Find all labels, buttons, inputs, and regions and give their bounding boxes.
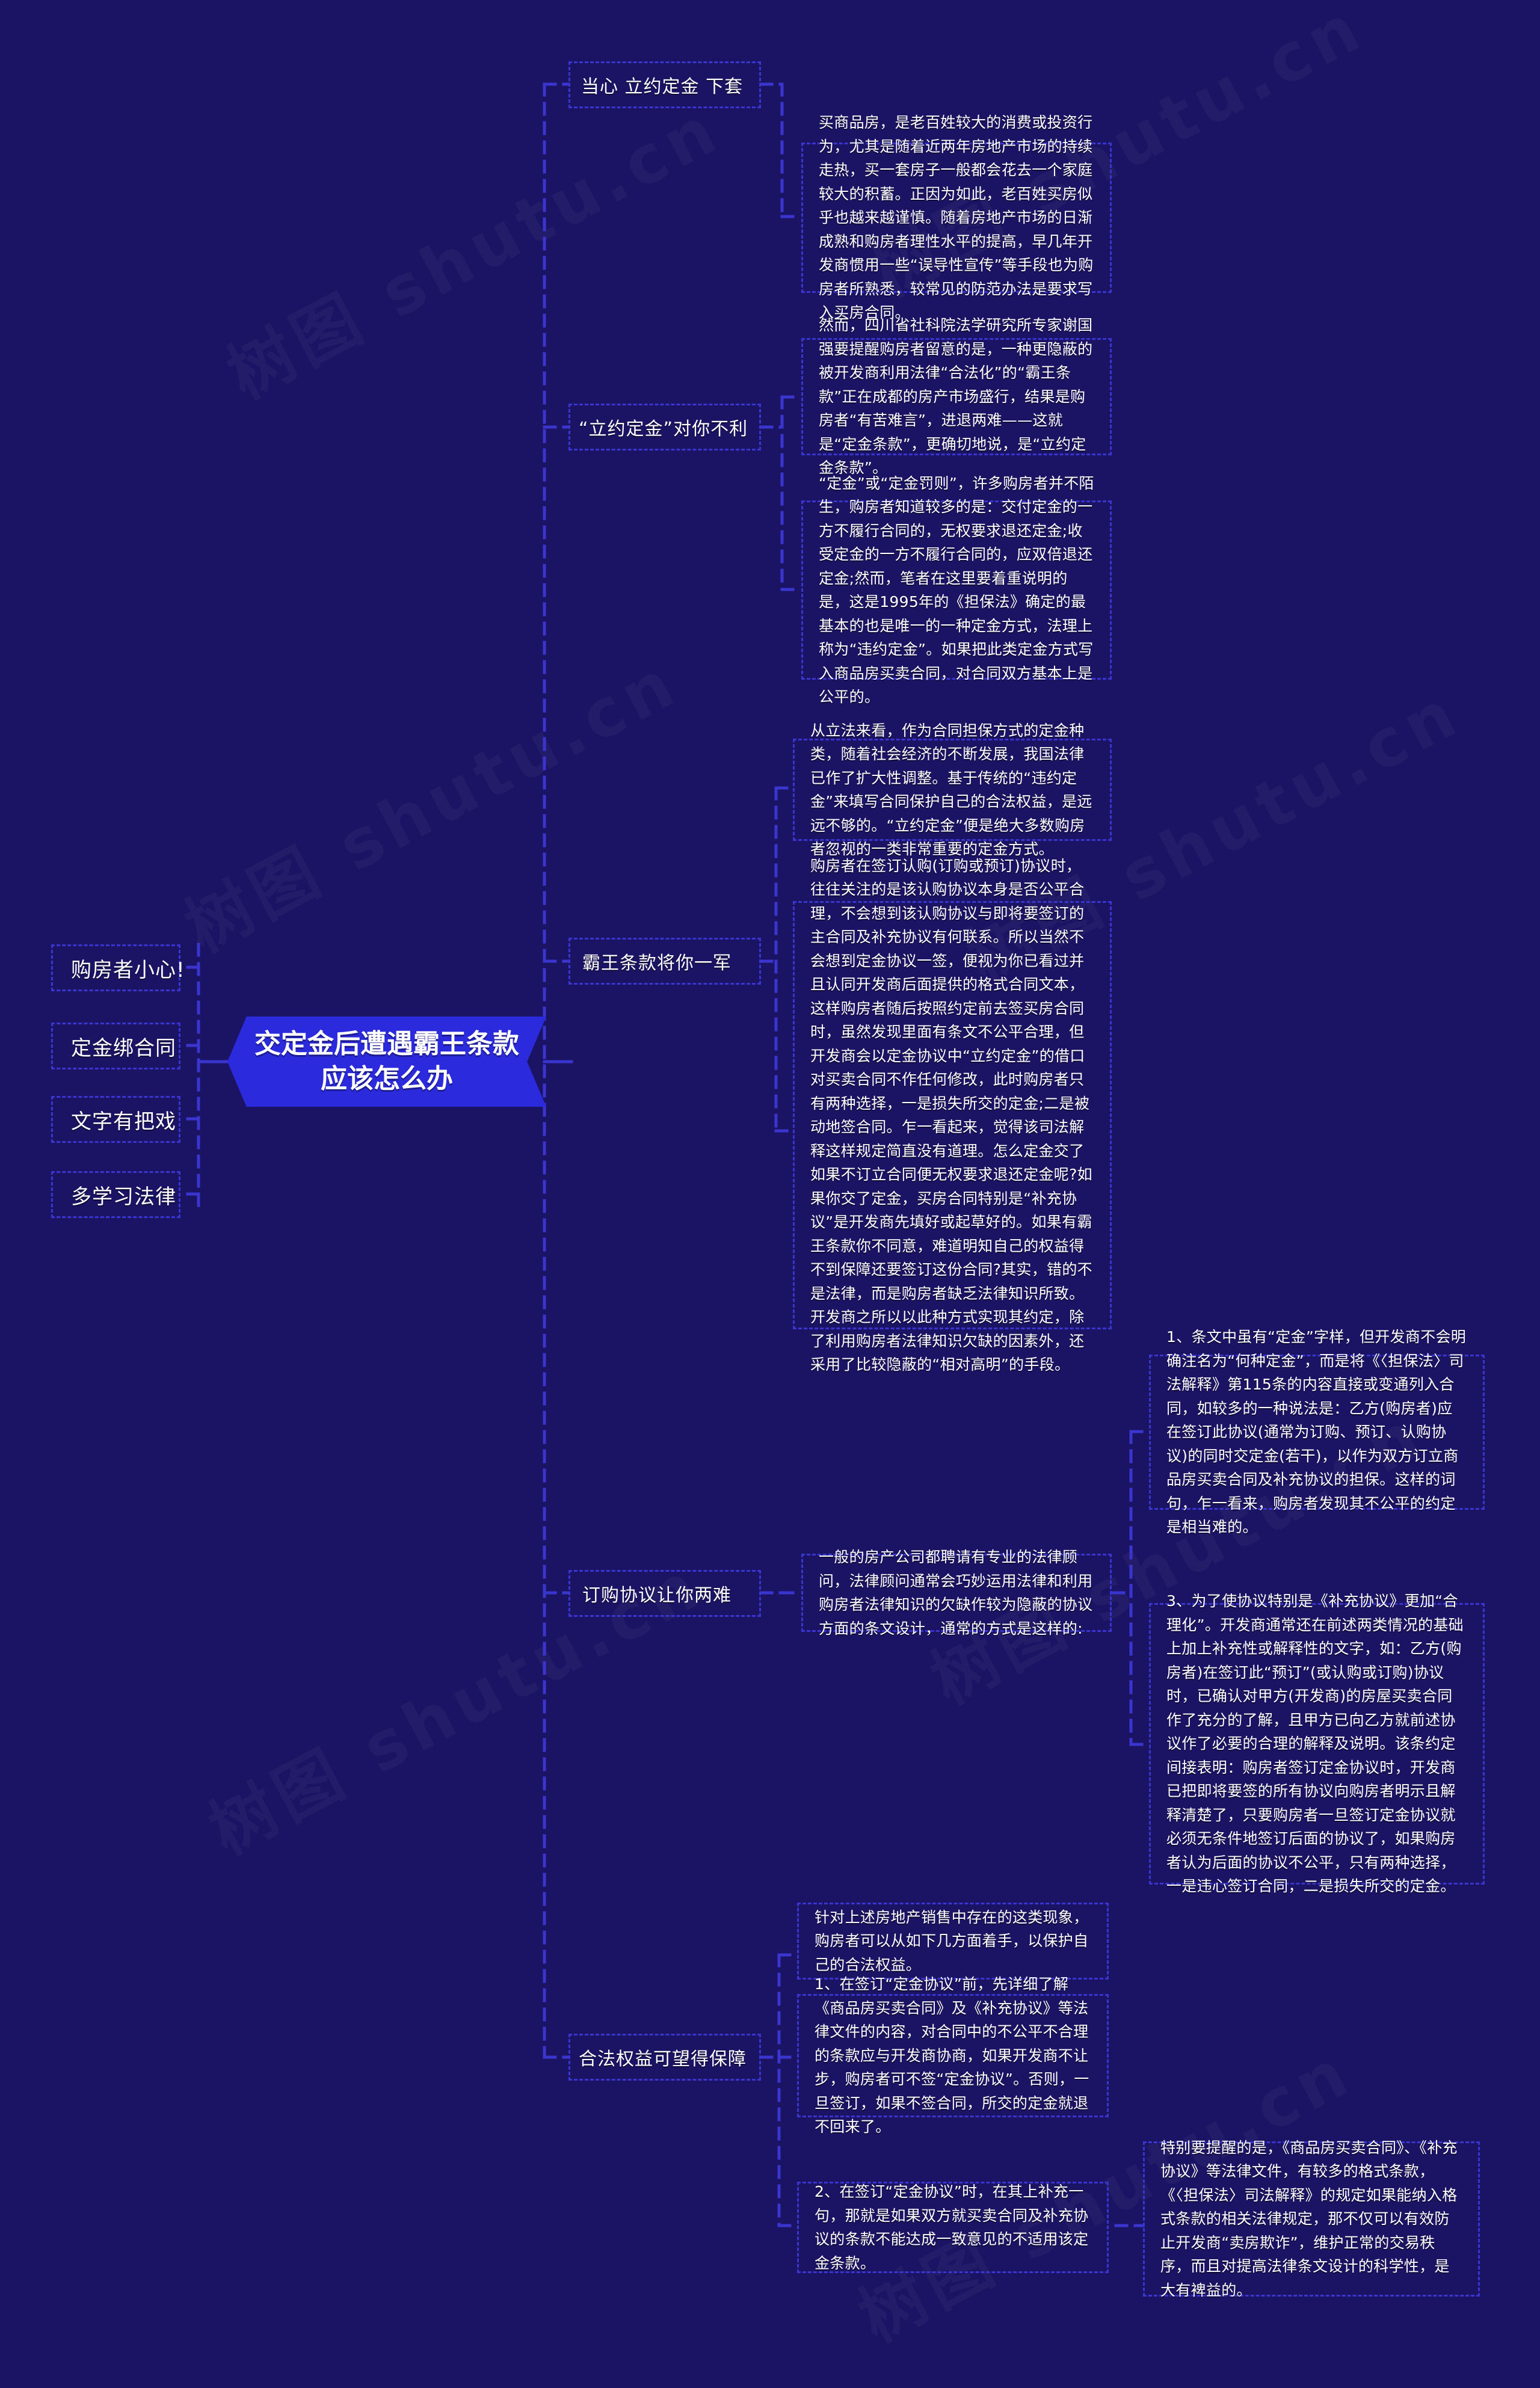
watermark: 树图 shutu.cn (208, 76, 735, 417)
right-branch-label: “立约定金”对你不利 (579, 419, 748, 440)
paragraph-text: 1、条文中虽有“定金”字样，但开发商不会明确注名为“何种定金”，而是将《〈担保法… (1166, 1328, 1467, 1536)
right-branch-2[interactable]: 霸王条款将你一军 (568, 938, 761, 985)
paragraph-text: “定金”或“定金罚则”，许多购房者并不陌生，购房者知道较多的是：交付定金的一方不… (819, 474, 1094, 706)
paragraph-text: 一般的房产公司都聘请有专业的法律顾问，法律顾问通常会巧妙运用法律和利用购房者法律… (819, 1548, 1093, 1637)
right-branch-label: 霸王条款将你一军 (582, 953, 732, 974)
left-branch-3[interactable]: 多学习法律 (51, 1171, 180, 1218)
right-branch-4[interactable]: 合法权益可望得保障 (568, 2034, 761, 2081)
left-branch-1[interactable]: 定金绑合同 (51, 1023, 180, 1069)
right-branch-1-para-1[interactable]: “定金”或“定金罚则”，许多购房者并不陌生，购房者知道较多的是：交付定金的一方不… (801, 475, 1112, 706)
right-branch-3-para-0[interactable]: 一般的房产公司都聘请有专业的法律顾问，法律顾问通常会巧妙运用法律和利用购房者法律… (801, 1548, 1112, 1637)
right-branch-0[interactable]: 当心 立约定金 下套 (568, 61, 761, 108)
right-branch-1[interactable]: “立约定金”对你不利 (568, 404, 761, 451)
right-branch-4-sub-0[interactable]: 特别要提醒的是，《商品房买卖合同》、《补充协议》等法律文件，有较多的格式条款，《… (1143, 2139, 1480, 2299)
left-branch-label: 定金绑合同 (71, 1036, 176, 1060)
right-branch-2-para-1[interactable]: 购房者在签订认购(订购或预订)协议时，往往关注的是该认购协议本身是否公平合理，不… (793, 857, 1112, 1373)
right-branch-label: 合法权益可望得保障 (579, 2049, 747, 2070)
paragraph-text: 特别要提醒的是，《商品房买卖合同》、《补充协议》等法律文件，有较多的格式条款，《… (1160, 2138, 1458, 2299)
paragraph-text: 1、在签订“定金协议”前，先详细了解《商品房买卖合同》及《补充协议》等法律文件的… (815, 1975, 1089, 2136)
paragraph-text: 2、在签订“定金协议”时，在其上补充一句，那就是如果双方就买卖合同及补充协议的条… (815, 2183, 1089, 2272)
right-branch-4-para-2[interactable]: 2、在签订“定金协议”时，在其上补充一句，那就是如果双方就买卖合同及补充协议的条… (797, 2182, 1109, 2273)
mindmap-canvas: 树图 shutu.cn 树图 shutu.cn 树图 shutu.cn 树图 s… (0, 0, 1540, 2388)
root-title: 交定金后遭遇霸王条款应该怎么办 (254, 1028, 519, 1094)
paragraph-text: 3、为了使协议特别是《补充协议》更加“合理化”。开发商通常还在前述两类情况的基础… (1166, 1592, 1464, 1895)
right-branch-0-para-0[interactable]: 买商品房，是老百姓较大的消费或投资行为，尤其是随着近两年房地产市场的持续走热，买… (801, 114, 1112, 321)
watermark: 树图 shutu.cn (166, 630, 693, 971)
right-branch-label: 订购协议让你两难 (582, 1585, 732, 1606)
right-branch-3-sub-1[interactable]: 3、为了使协议特别是《补充协议》更加“合理化”。开发商通常还在前述两类情况的基础… (1149, 1592, 1485, 1895)
left-branch-label: 购房者小心! (71, 958, 185, 982)
right-branch-1-para-0[interactable]: 然而，四川省社科院法学研究所专家谢国强要提醒购房者留意的是，一种更隐蔽的被开发商… (801, 316, 1112, 476)
left-branch-label: 多学习法律 (71, 1184, 176, 1209)
connector-lines (179, 82, 1151, 2227)
paragraph-text: 购房者在签订认购(订购或预订)协议时，往往关注的是该认购协议本身是否公平合理，不… (810, 857, 1092, 1374)
left-branch-2[interactable]: 文字有把戏 (51, 1096, 180, 1143)
left-branch-label: 文字有把戏 (71, 1109, 176, 1134)
right-branch-3-sub-0[interactable]: 1、条文中虽有“定金”字样，但开发商不会明确注名为“何种定金”，而是将《〈担保法… (1149, 1328, 1485, 1536)
left-branch-0[interactable]: 购房者小心! (51, 944, 185, 991)
right-branch-4-para-1[interactable]: 1、在签订“定金协议”前，先详细了解《商品房买卖合同》及《补充协议》等法律文件的… (797, 1975, 1109, 2135)
right-branch-2-para-0[interactable]: 从立法来看，作为合同担保方式的定金种类，随着社会经济的不断发展，我国法律已作了扩… (793, 722, 1112, 858)
right-branch-3[interactable]: 订购协议让你两难 (568, 1570, 761, 1617)
root-node[interactable]: 交定金后遭遇霸王条款应该怎么办 (227, 1017, 546, 1107)
right-branch-label: 当心 立约定金 下套 (581, 76, 744, 97)
